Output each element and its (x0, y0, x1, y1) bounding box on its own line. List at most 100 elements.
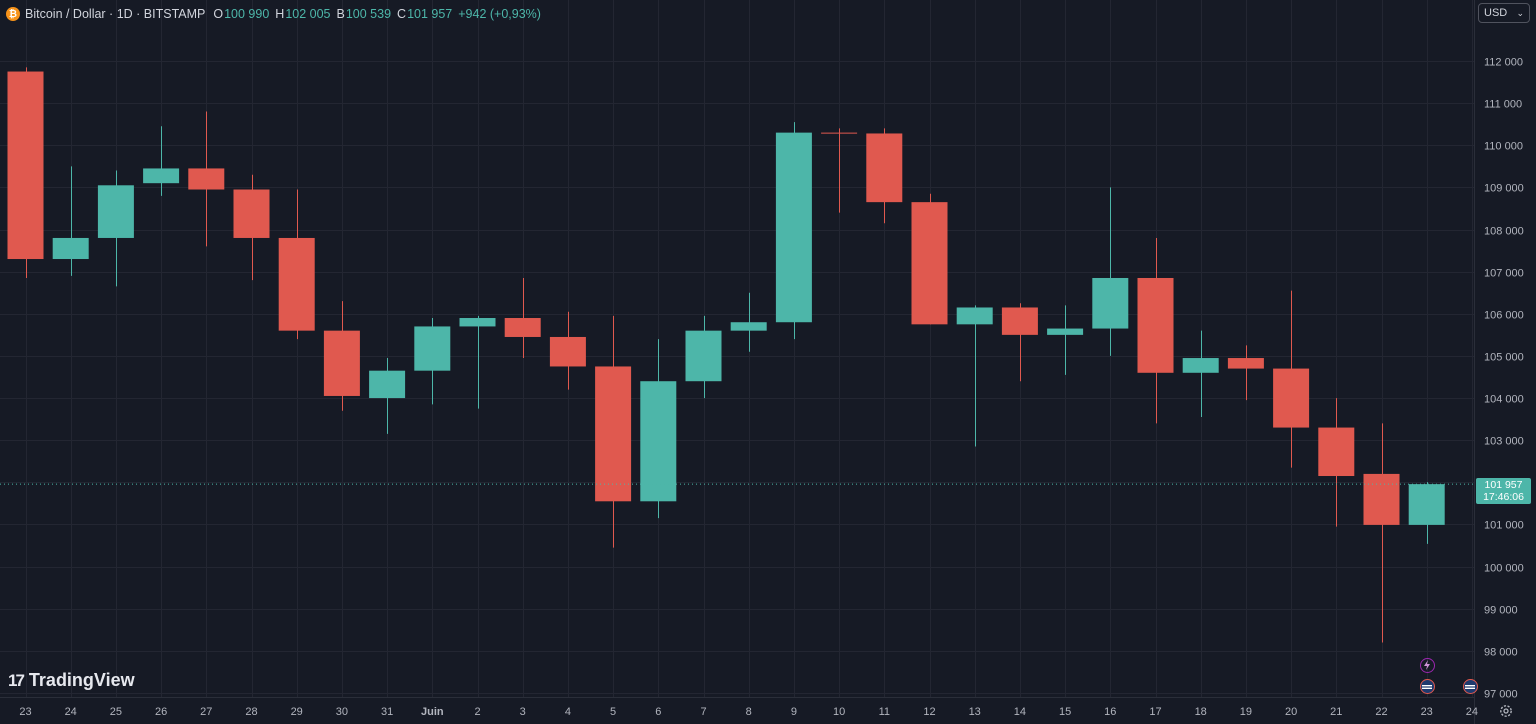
date-tick-label: 31 (381, 706, 393, 718)
high-label: H (275, 7, 285, 21)
candle-body (640, 381, 677, 502)
candle-body (1408, 484, 1445, 525)
close-value: 101 957 (407, 7, 453, 21)
candle-body (866, 133, 903, 203)
price-tick-label: 97 000 (1484, 689, 1518, 701)
candle-body (775, 132, 812, 323)
lightning-icon[interactable] (1420, 658, 1435, 673)
candle-body (97, 185, 134, 238)
date-tick-label: 22 (1375, 706, 1387, 718)
candle-body (1273, 368, 1310, 428)
date-tick-label: 13 (969, 706, 981, 718)
candle-body (414, 326, 451, 371)
candle-body (730, 322, 767, 331)
candle-body (911, 202, 948, 325)
us-flag-icon[interactable] (1463, 679, 1478, 694)
candle-body (1137, 277, 1174, 373)
price-axis[interactable]: 97 00098 00099 000100 000101 000102 0001… (1484, 57, 1524, 701)
date-tick-label: 23 (19, 706, 31, 718)
date-tick-label: 14 (1014, 706, 1026, 718)
time-axis[interactable]: 23 24 25 26 27 28 29 30 31 Juin 2 3 4 5 6 7 8 9 10 11 12 13 14… (19, 706, 1478, 718)
date-tick-label: 24 (65, 706, 77, 718)
candle-body (459, 318, 496, 327)
symbol-legend: ₿ Bitcoin / Dollar · 1D · BITSTAMP O 100 … (6, 6, 547, 22)
price-tick-label: 100 000 (1484, 563, 1524, 575)
candle-body (369, 370, 406, 399)
price-tick-label: 104 000 (1484, 394, 1524, 406)
candles (7, 67, 1445, 643)
tradingview-wordmark: TradingView (28, 670, 135, 690)
price-tick-label: 103 000 (1484, 436, 1524, 448)
bitcoin-icon: ₿ (6, 7, 20, 21)
price-tick-label: 106 000 (1484, 310, 1524, 322)
candle-body (595, 366, 632, 502)
date-tick-label: 12 (923, 706, 935, 718)
price-tick-label: 101 000 (1484, 520, 1524, 532)
date-tick-label: 2 (474, 706, 480, 718)
price-tick-label: 112 000 (1484, 57, 1523, 69)
tradingview-mark-icon: 17 (8, 670, 25, 690)
candle-body (143, 168, 180, 184)
open-value: 100 990 (224, 7, 270, 21)
close-label: C (397, 7, 407, 21)
date-tick-label: 18 (1195, 706, 1207, 718)
price-tick-label: 99 000 (1484, 605, 1518, 617)
symbol-title[interactable]: Bitcoin / Dollar · 1D · BITSTAMP (25, 7, 205, 21)
currency-select[interactable]: USD ⌄ (1478, 3, 1530, 23)
gear-icon[interactable] (1498, 703, 1514, 719)
price-chart[interactable]: 97 00098 00099 000100 000101 000102 0001… (0, 0, 1536, 724)
candle-body (1363, 473, 1400, 525)
candle-body (7, 71, 44, 260)
price-tick-label: 105 000 (1484, 352, 1524, 364)
date-tick-label: 28 (245, 706, 257, 718)
date-tick-label: 3 (520, 706, 526, 718)
candle-body (278, 237, 315, 331)
chevron-down-icon: ⌄ (1516, 7, 1524, 18)
date-tick-label: 6 (655, 706, 661, 718)
date-tick-label: 26 (155, 706, 167, 718)
candle-body (1001, 307, 1038, 335)
candle-body (549, 336, 586, 367)
last-price-value: 101 957 (1484, 479, 1523, 491)
date-tick-label: 11 (879, 706, 890, 718)
low-label: B (336, 7, 345, 21)
date-tick-label: 9 (791, 706, 797, 718)
us-flag-icon[interactable] (1420, 679, 1435, 694)
price-tick-label: 107 000 (1484, 268, 1524, 280)
candle-body (685, 330, 722, 382)
bar-countdown: 17:46:06 (1483, 491, 1524, 503)
date-tick-label: 4 (565, 706, 571, 718)
candle-body (1227, 358, 1264, 369)
tradingview-logo[interactable]: 17 TradingView (8, 670, 135, 691)
date-tick-label: 19 (1240, 706, 1252, 718)
date-tick-label: 24 (1466, 706, 1478, 718)
date-tick-label: 8 (746, 706, 752, 718)
date-tick-label: 16 (1104, 706, 1116, 718)
price-tick-label: 98 000 (1484, 647, 1518, 659)
price-tick-label: 108 000 (1484, 226, 1524, 238)
price-tick-label: 110 000 (1484, 141, 1523, 153)
candle-body (821, 132, 858, 134)
date-tick-label: 30 (336, 706, 348, 718)
date-tick-label: 27 (200, 706, 212, 718)
date-tick-label: 25 (110, 706, 122, 718)
candle-body (1092, 277, 1129, 329)
last-price-tag: 101 957 17:46:06 (1476, 478, 1531, 504)
grid-lines (0, 0, 1474, 697)
candle-body (1047, 328, 1084, 335)
candle-body (52, 237, 89, 260)
price-tick-label: 109 000 (1484, 183, 1524, 195)
open-label: O (213, 7, 224, 21)
candle-body (1182, 358, 1219, 373)
date-tick-label: 5 (610, 706, 616, 718)
date-tick-label: 20 (1285, 706, 1297, 718)
date-tick-label: 23 (1421, 706, 1433, 718)
high-value: 102 005 (285, 7, 331, 21)
change-value: +942 (+0,93%) (458, 7, 541, 21)
candle-body (956, 307, 993, 325)
date-tick-label: 7 (700, 706, 706, 718)
candle-body (1318, 427, 1355, 477)
date-tick-label: Juin (421, 706, 444, 718)
price-tick-label: 111 000 (1484, 99, 1522, 111)
date-tick-label: 21 (1330, 706, 1342, 718)
